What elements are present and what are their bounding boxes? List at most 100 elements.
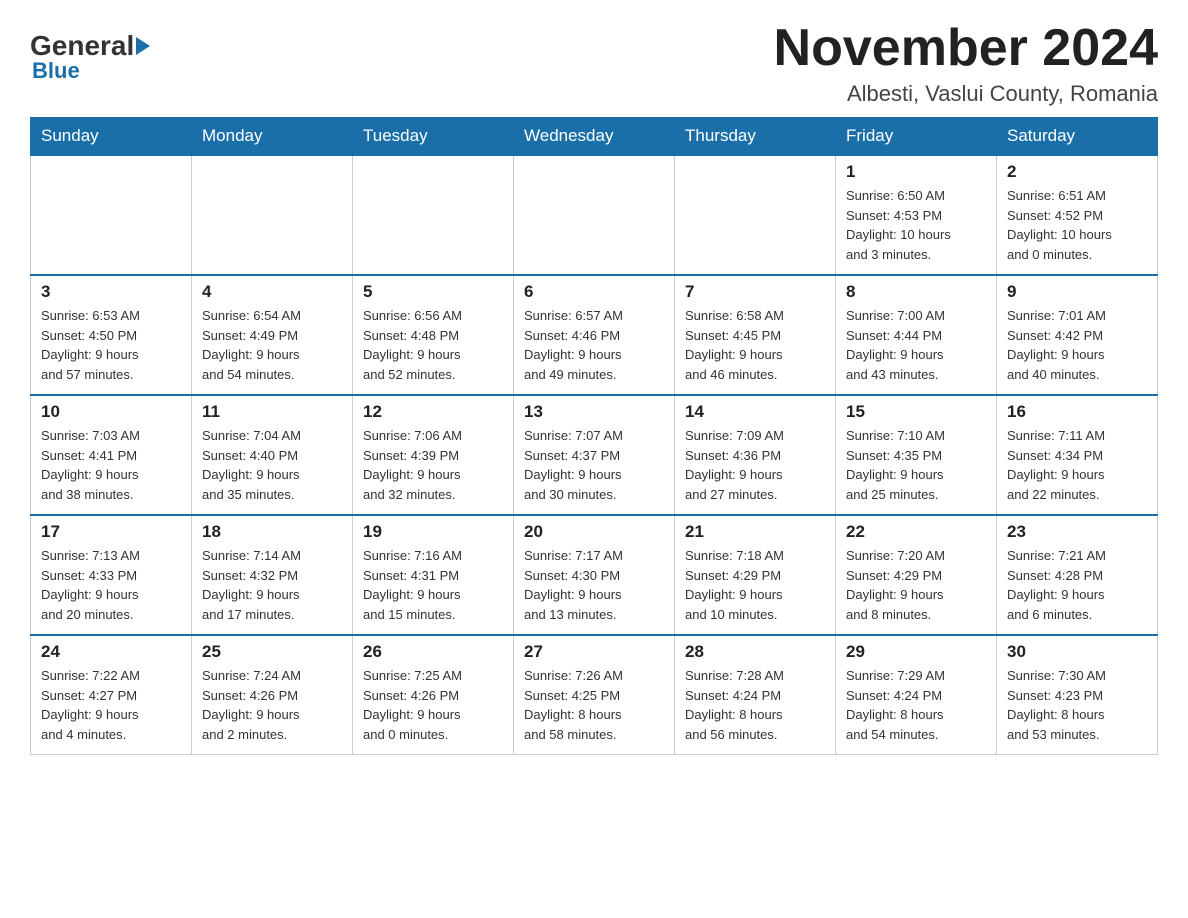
- day-info: Sunrise: 7:11 AMSunset: 4:34 PMDaylight:…: [1007, 426, 1147, 504]
- day-info: Sunrise: 7:25 AMSunset: 4:26 PMDaylight:…: [363, 666, 503, 744]
- day-number: 10: [41, 402, 181, 422]
- day-number: 28: [685, 642, 825, 662]
- calendar-cell: [353, 155, 514, 275]
- calendar-cell: 7 Sunrise: 6:58 AMSunset: 4:45 PMDaylight…: [675, 275, 836, 395]
- day-number: 20: [524, 522, 664, 542]
- day-number: 2: [1007, 162, 1147, 182]
- day-info: Sunrise: 7:04 AMSunset: 4:40 PMDaylight:…: [202, 426, 342, 504]
- location-label: Albesti, Vaslui County, Romania: [774, 81, 1158, 107]
- calendar-cell: 27 Sunrise: 7:26 AMSunset: 4:25 PMDayligh…: [514, 635, 675, 755]
- day-number: 23: [1007, 522, 1147, 542]
- day-info: Sunrise: 7:01 AMSunset: 4:42 PMDaylight:…: [1007, 306, 1147, 384]
- day-info: Sunrise: 7:10 AMSunset: 4:35 PMDaylight:…: [846, 426, 986, 504]
- day-info: Sunrise: 7:18 AMSunset: 4:29 PMDaylight:…: [685, 546, 825, 624]
- calendar-cell: 25 Sunrise: 7:24 AMSunset: 4:26 PMDayligh…: [192, 635, 353, 755]
- calendar-cell: 28 Sunrise: 7:28 AMSunset: 4:24 PMDayligh…: [675, 635, 836, 755]
- calendar-cell: 3 Sunrise: 6:53 AMSunset: 4:50 PMDaylight…: [31, 275, 192, 395]
- week-row-2: 3 Sunrise: 6:53 AMSunset: 4:50 PMDaylight…: [31, 275, 1158, 395]
- day-info: Sunrise: 7:09 AMSunset: 4:36 PMDaylight:…: [685, 426, 825, 504]
- day-number: 21: [685, 522, 825, 542]
- weekday-header-thursday: Thursday: [675, 118, 836, 156]
- day-info: Sunrise: 6:57 AMSunset: 4:46 PMDaylight:…: [524, 306, 664, 384]
- calendar-cell: [514, 155, 675, 275]
- day-info: Sunrise: 7:20 AMSunset: 4:29 PMDaylight:…: [846, 546, 986, 624]
- day-number: 7: [685, 282, 825, 302]
- day-number: 11: [202, 402, 342, 422]
- calendar-cell: 22 Sunrise: 7:20 AMSunset: 4:29 PMDayligh…: [836, 515, 997, 635]
- day-info: Sunrise: 6:58 AMSunset: 4:45 PMDaylight:…: [685, 306, 825, 384]
- day-info: Sunrise: 7:28 AMSunset: 4:24 PMDaylight:…: [685, 666, 825, 744]
- day-info: Sunrise: 6:51 AMSunset: 4:52 PMDaylight:…: [1007, 186, 1147, 264]
- day-number: 25: [202, 642, 342, 662]
- calendar-cell: 20 Sunrise: 7:17 AMSunset: 4:30 PMDayligh…: [514, 515, 675, 635]
- day-info: Sunrise: 7:00 AMSunset: 4:44 PMDaylight:…: [846, 306, 986, 384]
- calendar-cell: 24 Sunrise: 7:22 AMSunset: 4:27 PMDayligh…: [31, 635, 192, 755]
- calendar-cell: 13Sunrise: 7:07 AMSunset: 4:37 PMDayligh…: [514, 395, 675, 515]
- week-row-4: 17Sunrise: 7:13 AMSunset: 4:33 PMDayligh…: [31, 515, 1158, 635]
- day-number: 16: [1007, 402, 1147, 422]
- day-number: 6: [524, 282, 664, 302]
- day-number: 9: [1007, 282, 1147, 302]
- day-info: Sunrise: 6:54 AMSunset: 4:49 PMDaylight:…: [202, 306, 342, 384]
- week-row-1: 1 Sunrise: 6:50 AMSunset: 4:53 PMDaylight…: [31, 155, 1158, 275]
- day-number: 1: [846, 162, 986, 182]
- calendar-cell: 12Sunrise: 7:06 AMSunset: 4:39 PMDayligh…: [353, 395, 514, 515]
- calendar-cell: 11 Sunrise: 7:04 AMSunset: 4:40 PMDayligh…: [192, 395, 353, 515]
- week-row-5: 24 Sunrise: 7:22 AMSunset: 4:27 PMDayligh…: [31, 635, 1158, 755]
- day-number: 22: [846, 522, 986, 542]
- calendar-cell: 26 Sunrise: 7:25 AMSunset: 4:26 PMDayligh…: [353, 635, 514, 755]
- logo-triangle-icon: [136, 37, 150, 55]
- calendar-cell: 18Sunrise: 7:14 AMSunset: 4:32 PMDayligh…: [192, 515, 353, 635]
- weekday-header-monday: Monday: [192, 118, 353, 156]
- calendar-cell: 19 Sunrise: 7:16 AMSunset: 4:31 PMDayligh…: [353, 515, 514, 635]
- weekday-header-wednesday: Wednesday: [514, 118, 675, 156]
- title-area: November 2024 Albesti, Vaslui County, Ro…: [774, 20, 1158, 107]
- calendar-cell: 2 Sunrise: 6:51 AMSunset: 4:52 PMDaylight…: [997, 155, 1158, 275]
- day-info: Sunrise: 7:17 AMSunset: 4:30 PMDaylight:…: [524, 546, 664, 624]
- day-number: 17: [41, 522, 181, 542]
- day-number: 8: [846, 282, 986, 302]
- calendar-cell: [675, 155, 836, 275]
- weekday-header-sunday: Sunday: [31, 118, 192, 156]
- day-number: 30: [1007, 642, 1147, 662]
- day-number: 14: [685, 402, 825, 422]
- day-info: Sunrise: 6:56 AMSunset: 4:48 PMDaylight:…: [363, 306, 503, 384]
- logo: General Blue: [30, 30, 150, 84]
- calendar-cell: [192, 155, 353, 275]
- day-info: Sunrise: 7:16 AMSunset: 4:31 PMDaylight:…: [363, 546, 503, 624]
- day-info: Sunrise: 7:22 AMSunset: 4:27 PMDaylight:…: [41, 666, 181, 744]
- calendar-cell: 10 Sunrise: 7:03 AMSunset: 4:41 PMDayligh…: [31, 395, 192, 515]
- calendar-cell: 9 Sunrise: 7:01 AMSunset: 4:42 PMDaylight…: [997, 275, 1158, 395]
- day-info: Sunrise: 7:26 AMSunset: 4:25 PMDaylight:…: [524, 666, 664, 744]
- day-info: Sunrise: 7:24 AMSunset: 4:26 PMDaylight:…: [202, 666, 342, 744]
- calendar-cell: 23 Sunrise: 7:21 AMSunset: 4:28 PMDayligh…: [997, 515, 1158, 635]
- day-number: 5: [363, 282, 503, 302]
- calendar-table: SundayMondayTuesdayWednesdayThursdayFrid…: [30, 117, 1158, 755]
- page-header: General Blue November 2024 Albesti, Vasl…: [30, 20, 1158, 107]
- calendar-cell: 8 Sunrise: 7:00 AMSunset: 4:44 PMDaylight…: [836, 275, 997, 395]
- day-number: 27: [524, 642, 664, 662]
- calendar-cell: 29Sunrise: 7:29 AMSunset: 4:24 PMDayligh…: [836, 635, 997, 755]
- day-info: Sunrise: 7:06 AMSunset: 4:39 PMDaylight:…: [363, 426, 503, 504]
- calendar-cell: 17Sunrise: 7:13 AMSunset: 4:33 PMDayligh…: [31, 515, 192, 635]
- calendar-cell: 15Sunrise: 7:10 AMSunset: 4:35 PMDayligh…: [836, 395, 997, 515]
- day-number: 24: [41, 642, 181, 662]
- logo-blue-text: Blue: [32, 58, 80, 84]
- day-number: 18: [202, 522, 342, 542]
- day-info: Sunrise: 7:30 AMSunset: 4:23 PMDaylight:…: [1007, 666, 1147, 744]
- day-number: 19: [363, 522, 503, 542]
- weekday-header-row: SundayMondayTuesdayWednesdayThursdayFrid…: [31, 118, 1158, 156]
- month-title: November 2024: [774, 20, 1158, 77]
- day-info: Sunrise: 6:50 AMSunset: 4:53 PMDaylight:…: [846, 186, 986, 264]
- weekday-header-saturday: Saturday: [997, 118, 1158, 156]
- calendar-cell: 4Sunrise: 6:54 AMSunset: 4:49 PMDaylight…: [192, 275, 353, 395]
- day-number: 3: [41, 282, 181, 302]
- day-info: Sunrise: 7:21 AMSunset: 4:28 PMDaylight:…: [1007, 546, 1147, 624]
- week-row-3: 10 Sunrise: 7:03 AMSunset: 4:41 PMDayligh…: [31, 395, 1158, 515]
- day-info: Sunrise: 6:53 AMSunset: 4:50 PMDaylight:…: [41, 306, 181, 384]
- day-number: 26: [363, 642, 503, 662]
- calendar-cell: 16 Sunrise: 7:11 AMSunset: 4:34 PMDayligh…: [997, 395, 1158, 515]
- day-info: Sunrise: 7:03 AMSunset: 4:41 PMDaylight:…: [41, 426, 181, 504]
- calendar-cell: 30 Sunrise: 7:30 AMSunset: 4:23 PMDayligh…: [997, 635, 1158, 755]
- day-info: Sunrise: 7:07 AMSunset: 4:37 PMDaylight:…: [524, 426, 664, 504]
